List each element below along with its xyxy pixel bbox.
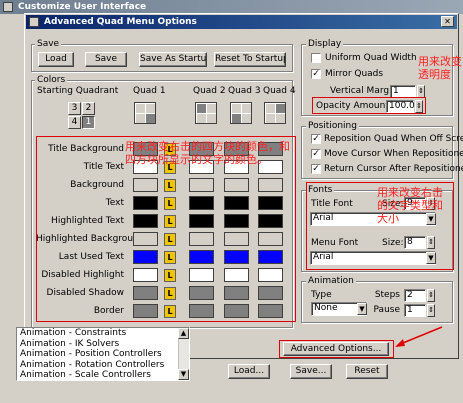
list-item[interactable]: Animation - Scale Controllers — [17, 370, 189, 380]
opacity-annotation-text: 用来改变透明度 — [418, 55, 462, 81]
quad-2-icon — [195, 102, 217, 124]
bottom-load-button[interactable]: Load... — [228, 364, 270, 379]
quadrant-1-button[interactable]: 1 — [82, 116, 95, 129]
vertical-margins-label: Vertical Margins — [330, 86, 402, 96]
load-button[interactable]: Load — [38, 52, 74, 67]
annotation-arrow — [394, 325, 444, 349]
move-cursor-checkbox[interactable]: ✓ — [311, 149, 321, 159]
animation-steps-label: Steps — [374, 290, 400, 300]
bg-app-icon — [3, 2, 13, 12]
reposition-quad-label: Reposition Quad When Off Screen — [324, 134, 463, 144]
reposition-quad-checkbox[interactable]: ✓ — [311, 134, 321, 144]
scroll-down-arrow[interactable]: ▼ — [178, 369, 189, 380]
bottom-reset-button[interactable]: Reset — [346, 364, 388, 379]
list-item[interactable]: Animation - Constraints — [17, 328, 189, 339]
return-cursor-checkbox[interactable]: ✓ — [311, 164, 321, 174]
animation-type-dropdown-arrow[interactable]: ▼ — [357, 303, 367, 315]
bg-window-titlebar: Customize User Interface — [0, 0, 463, 14]
mirror-quads-label: Mirror Quads — [325, 69, 384, 79]
uniform-quad-width-label: Uniform Quad Width — [325, 53, 417, 63]
move-cursor-label: Move Cursor When Repositioned — [324, 149, 463, 159]
action-list[interactable]: Animation - Constraints Animation - IK So… — [16, 327, 190, 381]
starting-quadrant-label: Starting Quadrant — [37, 86, 119, 96]
quad-4-header: Quad 4 — [263, 86, 296, 96]
list-item[interactable]: Animation - IK Solvers — [17, 339, 189, 350]
list-item[interactable]: Animation - Position Controllers — [17, 349, 189, 360]
save-group-label: Save — [35, 39, 62, 49]
list-item[interactable]: Animation - Rotation Controllers — [17, 360, 189, 371]
quad-1-header: Quad 1 — [133, 86, 166, 96]
mirror-quads-checkbox[interactable]: ✓ — [311, 69, 321, 79]
dialog-title: Advanced Quad Menu Options — [44, 17, 197, 27]
positioning-group-label: Positioning — [306, 121, 359, 131]
save-button[interactable]: Save — [85, 52, 127, 67]
scroll-up-arrow[interactable]: ▲ — [178, 328, 189, 339]
quad-1-icon — [134, 102, 156, 124]
quadrant-4-button[interactable]: 4 — [68, 116, 81, 129]
animation-steps-field[interactable]: 2 — [404, 289, 426, 302]
reset-to-startup-button[interactable]: Reset To Startup — [214, 52, 286, 67]
quadrant-2-button[interactable]: 2 — [82, 102, 95, 115]
bottom-save-button[interactable]: Save... — [290, 364, 332, 379]
animation-steps-spinner[interactable]: ⇕ — [427, 289, 435, 302]
dialog-titlebar: Advanced Quad Menu Options — [26, 15, 457, 29]
colors-annotation-text: 用来改变右击的四方块的颜色，和四方块所显示的文字的颜色。 — [125, 140, 290, 166]
fonts-annotation-text: 用来改变右击的文字类型和大小 — [377, 186, 443, 225]
quad-4-icon — [264, 102, 286, 124]
uniform-quad-width-checkbox[interactable] — [311, 53, 321, 63]
animation-pause-field[interactable]: 1 — [404, 304, 426, 317]
dialog-close-button[interactable]: ✕ — [441, 16, 454, 27]
opacity-annotation-box — [312, 97, 426, 114]
dialog-icon — [29, 17, 39, 27]
display-group-label: Display — [306, 39, 344, 49]
quadrant-3-button[interactable]: 3 — [68, 102, 81, 115]
quad-3-icon — [230, 102, 252, 124]
animation-pause-spinner[interactable]: ⇕ — [427, 304, 435, 317]
advanced-options-button[interactable]: Advanced Options... — [283, 342, 389, 356]
bg-window-title: Customize User Interface — [18, 2, 147, 12]
animation-type-label: Type — [311, 290, 332, 300]
save-as-startup-button[interactable]: Save As Startup — [139, 52, 207, 67]
quad-3-header: Quad 3 — [228, 86, 261, 96]
animation-group-label: Animation — [306, 276, 356, 286]
return-cursor-label: Return Cursor After Repositioned — [324, 164, 463, 174]
animation-pause-label: Pause — [373, 305, 400, 315]
colors-group-label: Colors — [35, 75, 68, 85]
quad-2-header: Quad 2 — [193, 86, 226, 96]
